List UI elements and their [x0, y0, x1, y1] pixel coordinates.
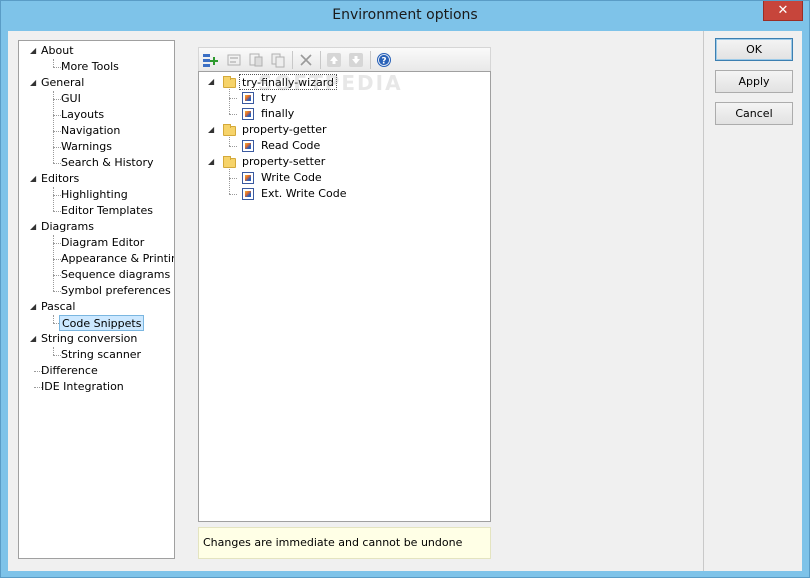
- tree-connector: [53, 355, 61, 356]
- nav-group-diagrams[interactable]: Diagrams: [41, 219, 94, 235]
- tree-connector: [53, 195, 61, 196]
- buttons-pane-divider: [703, 31, 704, 571]
- softpedia-watermark: SOFTPEDIA: [258, 71, 403, 95]
- tree-connector: [53, 131, 61, 132]
- toolbar-separator: [370, 51, 371, 69]
- snippet-folder-property-setter[interactable]: property-setter: [242, 154, 325, 170]
- tree-connector: [229, 89, 230, 114]
- tree-connector: [53, 91, 54, 163]
- tree-connector: [53, 163, 61, 164]
- snippet-folder-property-getter[interactable]: property-getter: [242, 122, 327, 138]
- expand-arrow-icon[interactable]: ◢: [30, 43, 38, 59]
- snippet-item[interactable]: Ext. Write Code: [261, 186, 346, 202]
- expand-arrow-icon[interactable]: ◢: [30, 75, 38, 91]
- nav-item-editor-templates[interactable]: Editor Templates: [61, 203, 153, 219]
- tree-connector: [53, 67, 61, 68]
- nav-item-sequence-diagrams[interactable]: Sequence diagrams: [61, 267, 170, 283]
- ok-button[interactable]: OK: [715, 38, 793, 61]
- nav-group-general[interactable]: General: [41, 75, 84, 91]
- nav-item-navigation[interactable]: Navigation: [61, 123, 120, 139]
- tree-connector: [229, 146, 237, 147]
- nav-item-gui[interactable]: GUI: [61, 91, 81, 107]
- code-snippets-tree[interactable]: ◢ try-finally-wizard try finally ◢ property-g…: [198, 71, 491, 522]
- tree-connector: [53, 115, 61, 116]
- folder-icon: [223, 156, 236, 168]
- add-snippet-icon[interactable]: [202, 52, 218, 68]
- window-title: Environment options: [332, 7, 478, 23]
- tree-connector: [53, 259, 61, 260]
- snippet-item[interactable]: finally: [261, 106, 294, 122]
- nav-item-symbol-preferences[interactable]: Symbol preferences: [61, 283, 171, 299]
- nav-item-string-scanner[interactable]: String scanner: [61, 347, 141, 363]
- tree-connector: [53, 243, 61, 244]
- tree-connector: [53, 315, 54, 323]
- apply-button[interactable]: Apply: [715, 70, 793, 93]
- nav-item-highlighting[interactable]: Highlighting: [61, 187, 128, 203]
- toolbar-separator: [292, 51, 293, 69]
- expand-arrow-icon[interactable]: ◢: [30, 331, 38, 347]
- edit-snippet-icon[interactable]: [248, 52, 264, 68]
- nav-group-ide-integration[interactable]: IDE Integration: [41, 379, 124, 395]
- snippets-toolbar: ?: [198, 47, 491, 71]
- cancel-button[interactable]: Cancel: [715, 102, 793, 125]
- nav-item-appearance-printing[interactable]: Appearance & Printing: [61, 251, 174, 267]
- tree-connector: [229, 114, 237, 115]
- expand-arrow-icon[interactable]: ◢: [208, 154, 216, 170]
- close-button[interactable]: ✕: [763, 1, 803, 21]
- expand-arrow-icon[interactable]: ◢: [30, 171, 38, 187]
- help-icon[interactable]: ?: [376, 52, 392, 68]
- nav-item-more-tools[interactable]: More Tools: [61, 59, 119, 75]
- delete-icon[interactable]: [298, 52, 314, 68]
- status-message: Changes are immediate and cannot be undo…: [198, 527, 491, 559]
- tree-connector: [53, 59, 54, 67]
- tree-connector: [53, 275, 61, 276]
- code-snippet-icon: [242, 140, 254, 152]
- code-snippet-icon: [242, 188, 254, 200]
- add-folder-icon[interactable]: [226, 52, 242, 68]
- tree-connector: [53, 211, 61, 212]
- tree-connector: [229, 98, 237, 99]
- nav-group-editors[interactable]: Editors: [41, 171, 79, 187]
- tree-connector: [53, 99, 61, 100]
- tree-connector: [53, 291, 61, 292]
- nav-item-diagram-editor[interactable]: Diagram Editor: [61, 235, 144, 251]
- code-snippet-icon: [242, 172, 254, 184]
- tree-connector: [53, 147, 61, 148]
- svg-text:?: ?: [381, 57, 386, 67]
- environment-options-window: Environment options ✕ ◢ About More Tools ◢ G…: [0, 0, 810, 578]
- nav-item-code-snippets[interactable]: Code Snippets: [59, 315, 145, 331]
- nav-item-search-history[interactable]: Search & History: [61, 155, 154, 171]
- tree-connector: [229, 178, 237, 179]
- nav-group-string-conversion[interactable]: String conversion: [41, 331, 137, 347]
- tree-connector: [229, 169, 230, 194]
- expand-arrow-icon[interactable]: ◢: [208, 74, 216, 90]
- nav-group-pascal[interactable]: Pascal: [41, 299, 75, 315]
- move-up-icon[interactable]: [326, 52, 342, 68]
- tree-connector: [229, 194, 237, 195]
- nav-item-warnings[interactable]: Warnings: [61, 139, 112, 155]
- options-category-tree[interactable]: ◢ About More Tools ◢ General GUI Layouts Naviga…: [18, 40, 175, 559]
- copy-snippet-icon[interactable]: [270, 52, 286, 68]
- expand-arrow-icon[interactable]: ◢: [30, 219, 38, 235]
- tree-connector: [53, 347, 54, 355]
- expand-arrow-icon[interactable]: ◢: [208, 122, 216, 138]
- folder-icon: [223, 76, 236, 88]
- folder-icon: [223, 124, 236, 136]
- nav-item-layouts[interactable]: Layouts: [61, 107, 104, 123]
- nav-group-difference[interactable]: Difference: [41, 363, 98, 379]
- tree-connector: [229, 137, 230, 146]
- tree-connector: [53, 187, 54, 211]
- title-bar[interactable]: Environment options ✕: [1, 1, 809, 31]
- close-icon: ✕: [777, 3, 789, 18]
- move-down-icon[interactable]: [348, 52, 364, 68]
- code-snippet-icon: [242, 108, 254, 120]
- expand-arrow-icon[interactable]: ◢: [30, 299, 38, 315]
- dialog-client-area: ◢ About More Tools ◢ General GUI Layouts Naviga…: [8, 31, 802, 571]
- snippet-item[interactable]: Read Code: [261, 138, 320, 154]
- nav-group-about[interactable]: About: [41, 43, 74, 59]
- snippet-item[interactable]: Write Code: [261, 170, 322, 186]
- toolbar-separator: [320, 51, 321, 69]
- code-snippet-icon: [242, 92, 254, 104]
